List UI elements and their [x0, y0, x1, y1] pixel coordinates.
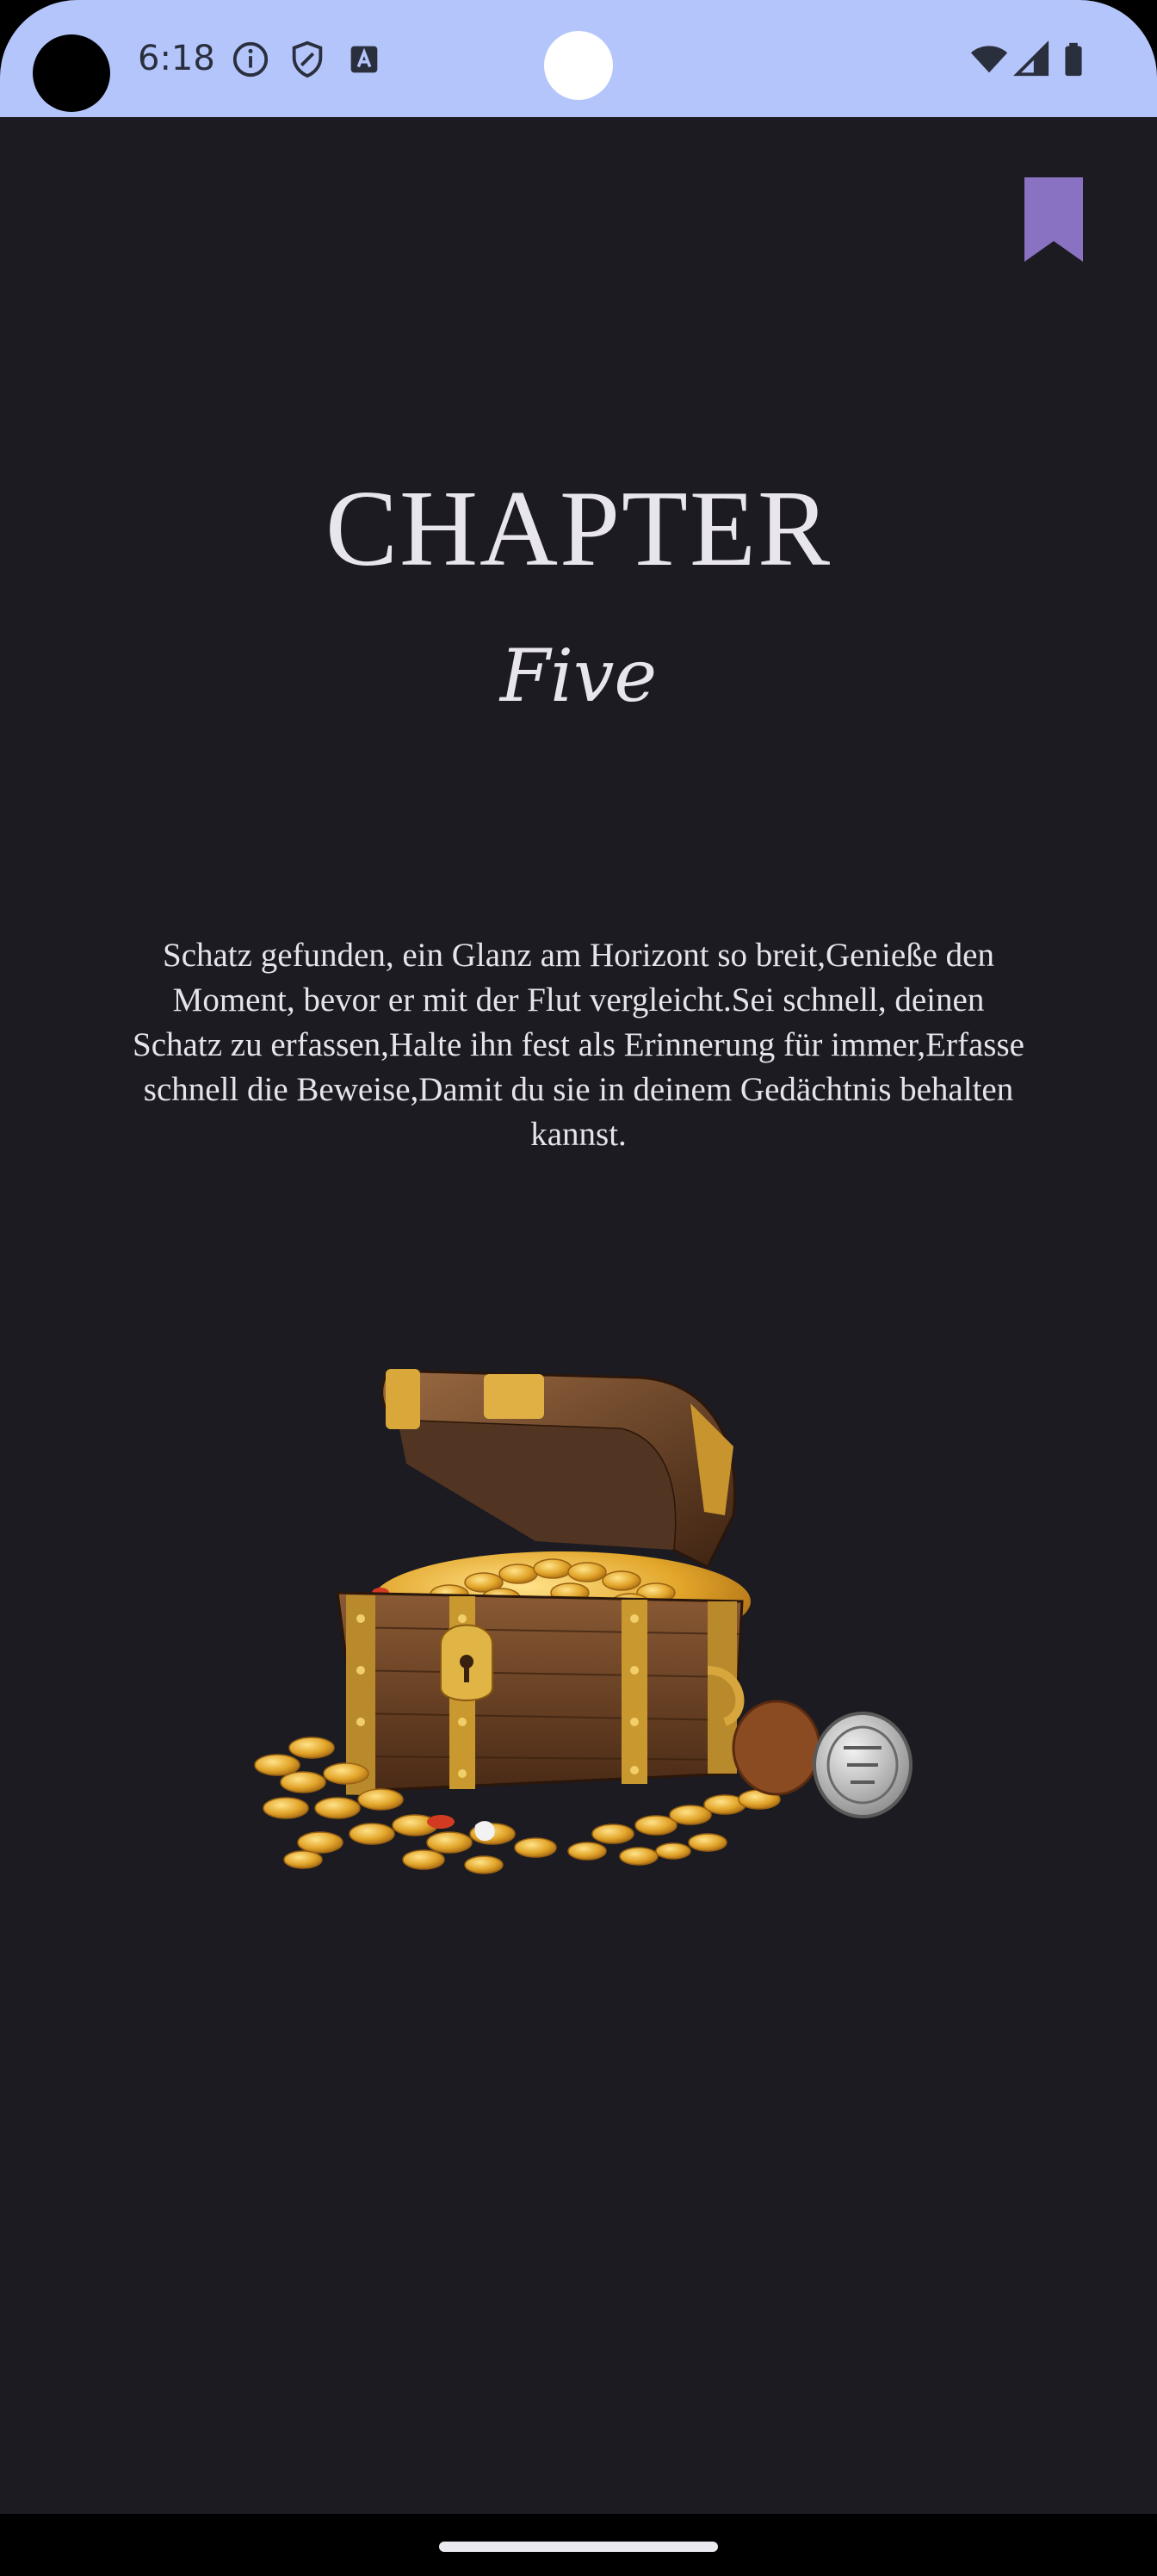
front-camera: [33, 34, 110, 112]
wifi-icon: [970, 46, 1008, 73]
bookmark-icon: [1024, 177, 1083, 262]
treasure-chest-illustration: [254, 1369, 913, 1874]
status-bar: 6:18: [0, 0, 1157, 117]
notch-dot: [544, 31, 613, 100]
text-a-icon: [350, 46, 378, 73]
shield-icon: [292, 40, 323, 78]
chapter-title: CHAPTER: [325, 469, 832, 589]
home-indicator[interactable]: [439, 2542, 718, 2552]
bookmark-button[interactable]: [1021, 176, 1086, 263]
chapter-subtitle: Five: [499, 634, 658, 718]
status-time: 6:18: [138, 39, 215, 78]
battery-icon: [1065, 42, 1082, 77]
cell-signal-icon: [1013, 40, 1049, 77]
info-icon: [232, 41, 269, 77]
chapter-text: Schatz gefunden, ein Glanz am Horizont s…: [133, 937, 1024, 1153]
app-screen: 6:18 CHAPTER Five Schatz gefunden, ein G…: [0, 0, 1157, 2576]
